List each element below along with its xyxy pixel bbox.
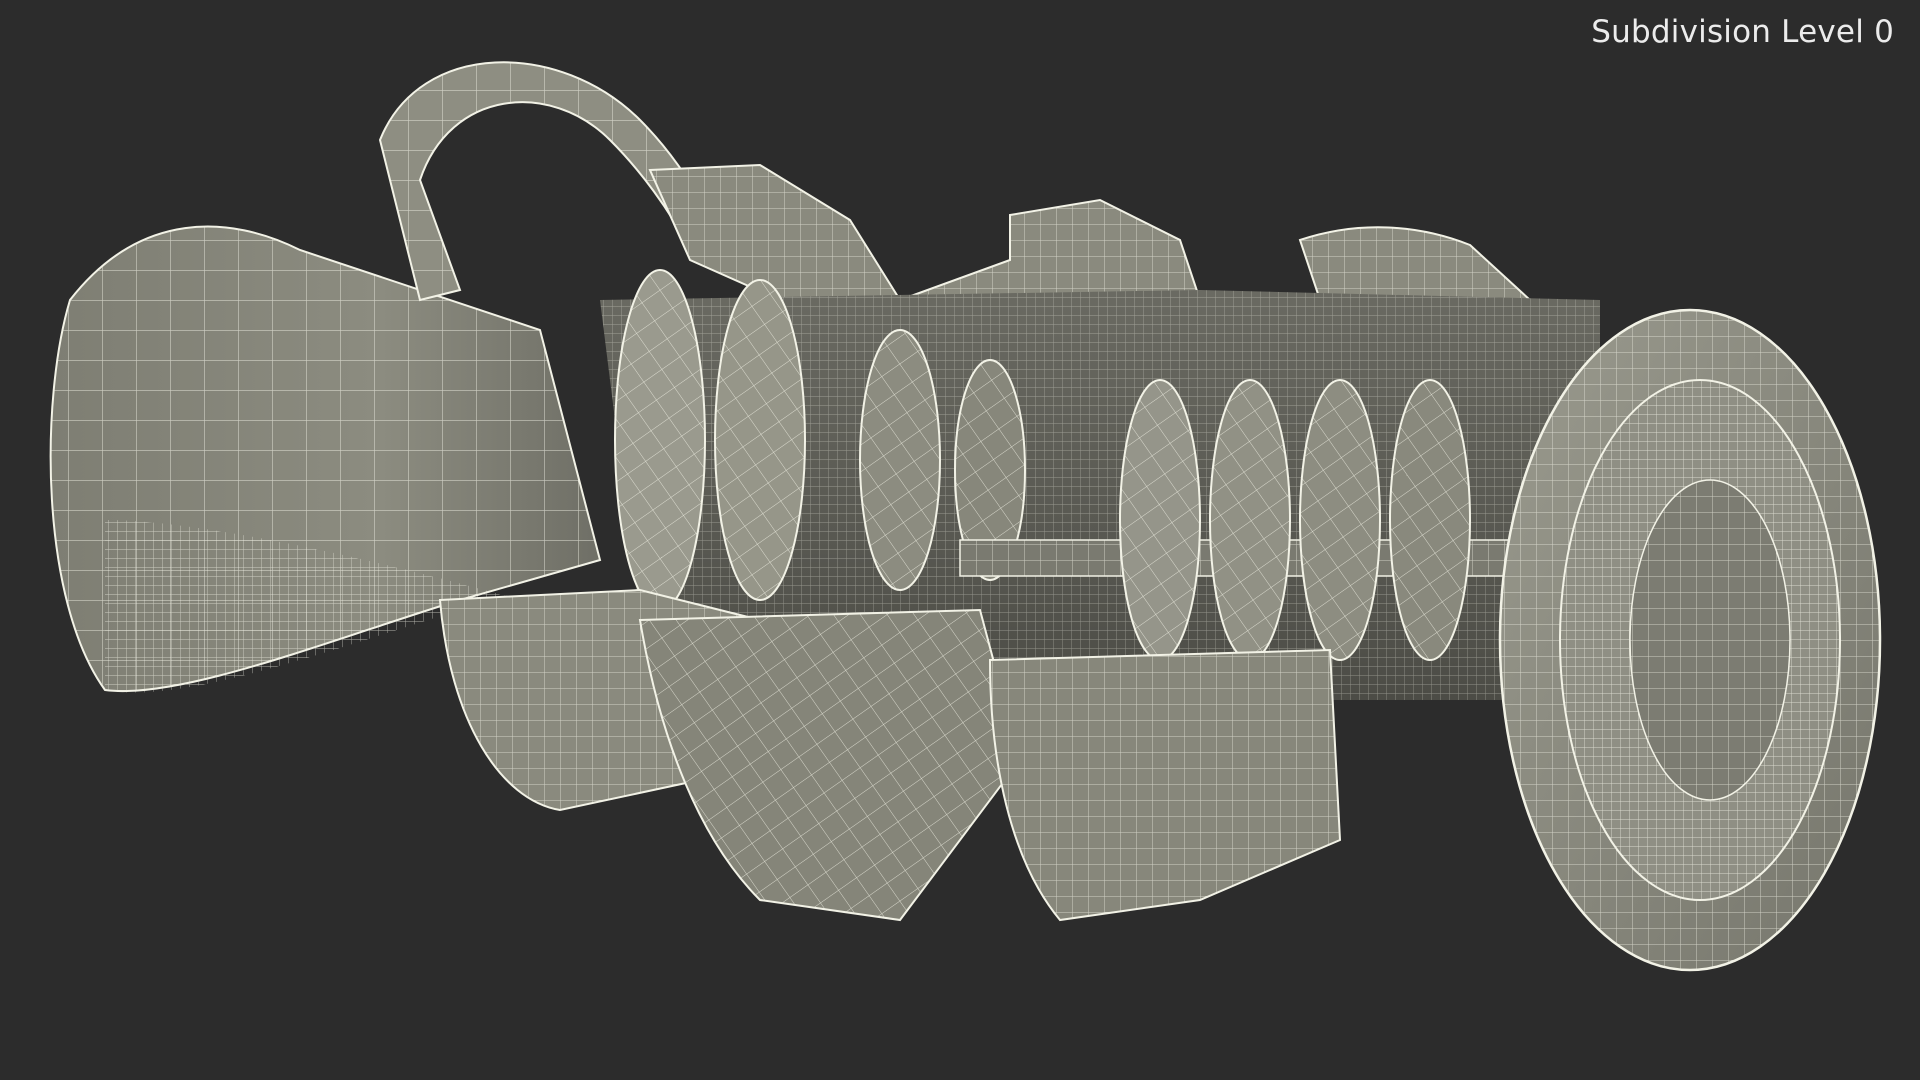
turbine-engine-cutaway-render xyxy=(49,61,1882,972)
turbine-stage-1 xyxy=(1119,379,1201,661)
compressor-stage-2 xyxy=(714,279,806,601)
turbine-stage-4 xyxy=(1389,379,1471,661)
exhaust-ring xyxy=(1498,308,1882,972)
subdivision-level-label: Subdivision Level 0 xyxy=(1591,14,1894,50)
3d-viewport[interactable]: Subdivision Level 0 xyxy=(0,0,1920,1080)
turbine-stage-3 xyxy=(1299,379,1381,661)
compressor-stage-1 xyxy=(614,269,706,611)
compressor-stage-3 xyxy=(859,329,941,591)
turbine-stage-2 xyxy=(1209,379,1291,661)
